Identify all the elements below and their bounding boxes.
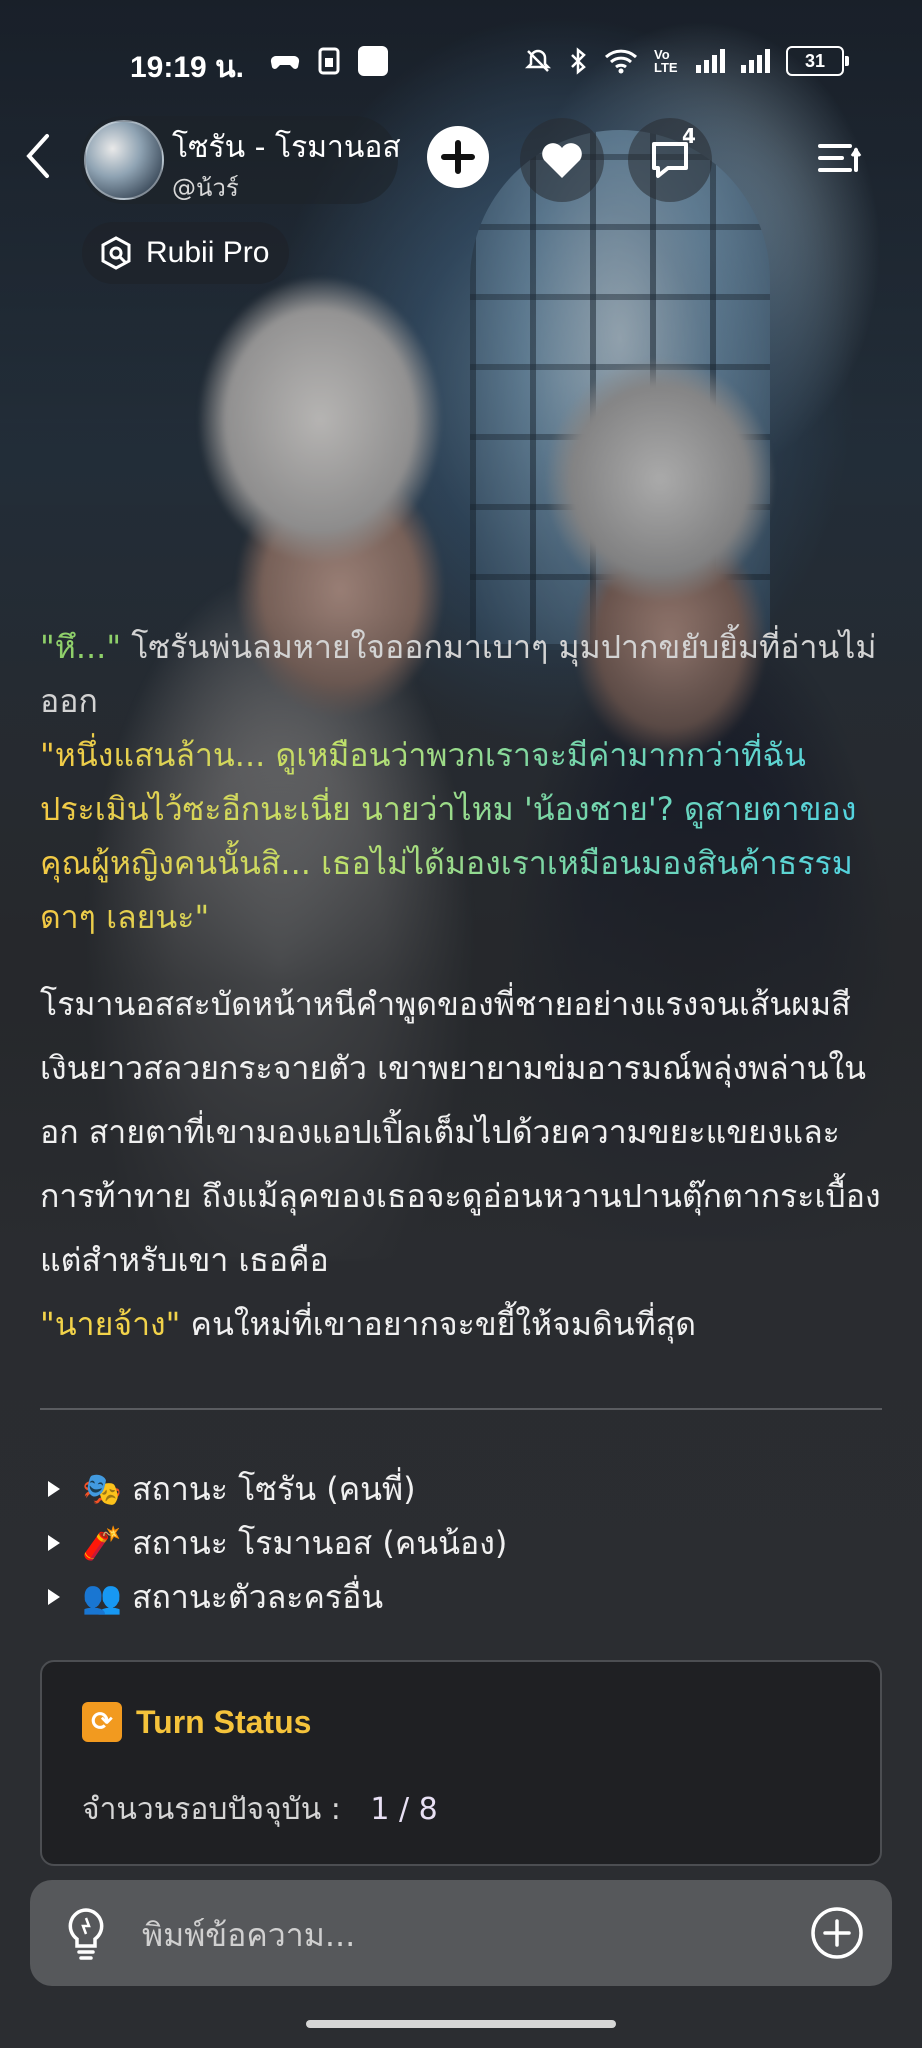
message-input-bar[interactable]: พิมพ์ข้อความ... bbox=[30, 1880, 892, 1986]
mute-bell-icon bbox=[524, 49, 552, 72]
narration-text: โซรันพ่นลมหายใจออกมาเบาๆ มุมปากขยับยิ้มท… bbox=[40, 628, 877, 720]
dialogue-speech: "หนึ่งแสนล้าน... ดูเหมือนว่าพวกเราจะมีค่… bbox=[40, 728, 890, 944]
chat-message: "หึ..." โซรันพ่นลมหายใจออกมาเบาๆ มุมปากข… bbox=[40, 620, 890, 1356]
expand-triangle-icon bbox=[48, 1589, 60, 1605]
system-icons: Vo LTE 31 bbox=[524, 46, 849, 76]
rubii-pro-icon bbox=[101, 236, 131, 270]
back-button[interactable] bbox=[18, 132, 58, 192]
theater-masks-icon: 🎭 bbox=[82, 1470, 122, 1508]
quote-hm: "หึ..." bbox=[40, 628, 122, 666]
details-other-characters[interactable]: 👥 สถานะตัวละครอื่น bbox=[48, 1570, 507, 1624]
turn-status-card: ⟳ Turn Status จำนวนรอบปัจจุบัน : 1 / 8 bbox=[40, 1660, 882, 1866]
people-icon: 👥 bbox=[82, 1578, 122, 1616]
turn-status-title: Turn Status bbox=[136, 1703, 312, 1740]
app-notification-icon bbox=[358, 46, 388, 76]
chevron-left-icon bbox=[26, 134, 49, 178]
game-controller-icon bbox=[270, 46, 300, 76]
divider bbox=[40, 1408, 882, 1410]
bluetooth-icon bbox=[571, 47, 586, 75]
turn-count-value: 1 / 8 bbox=[370, 1792, 438, 1827]
heart-icon bbox=[542, 143, 582, 178]
repeat-icon: ⟳ bbox=[82, 1702, 122, 1742]
rubii-pro-badge[interactable]: Rubii Pro bbox=[82, 222, 290, 284]
avatar[interactable] bbox=[84, 120, 164, 200]
volte-label: Vo LTE bbox=[654, 47, 678, 75]
sim-card-icon bbox=[314, 46, 344, 76]
details-soran-status[interactable]: 🎭 สถานะ โซรัน (คนพี่) bbox=[48, 1462, 507, 1516]
add-attachment-icon[interactable] bbox=[810, 1906, 864, 1960]
battery-icon: 31 bbox=[786, 46, 849, 76]
home-indicator[interactable] bbox=[306, 2020, 616, 2028]
signal-strength-icon bbox=[696, 49, 725, 73]
turn-count-row: จำนวนรอบปัจจุบัน : 1 / 8 bbox=[82, 1786, 438, 1833]
narration-end: คนใหม่ที่เขาอยากจะขยี้ให้จมดินที่สุด bbox=[180, 1305, 697, 1343]
notification-icons bbox=[270, 46, 388, 76]
chat-header: โซรัน - โรมานอส @น้วร์ 4 bbox=[0, 112, 922, 208]
narration-main: โรมานอสสะบัดหน้าหนีคำพูดของพี่ชายอย่างแร… bbox=[40, 985, 881, 1279]
rubii-pro-label: Rubii Pro bbox=[146, 236, 270, 269]
expand-triangle-icon bbox=[48, 1535, 60, 1551]
details-label: สถานะตัวละครอื่น bbox=[132, 1578, 384, 1616]
details-romanos-status[interactable]: 🧨 สถานะ โรมานอส (คนน้อง) bbox=[48, 1516, 507, 1570]
turn-status-header: ⟳ Turn Status bbox=[82, 1702, 311, 1742]
status-bar: 19:19 น. Vo LTE 31 bbox=[0, 40, 922, 84]
character-name: โซรัน - โรมานอส bbox=[172, 130, 401, 165]
status-details-list: 🎭 สถานะ โซรัน (คนพี่) 🧨 สถานะ โรมานอส (ค… bbox=[48, 1462, 507, 1624]
details-label: สถานะ โรมานอส (คนน้อง) bbox=[132, 1524, 508, 1562]
plus-icon bbox=[441, 140, 475, 174]
comments-button[interactable]: 4 bbox=[628, 118, 712, 202]
menu-list-icon bbox=[818, 144, 862, 172]
highlight-employer: "นายจ้าง" bbox=[40, 1305, 181, 1343]
creator-handle: @น้วร์ bbox=[172, 174, 239, 202]
add-button[interactable] bbox=[427, 126, 489, 188]
character-profile[interactable]: โซรัน - โรมานอส @น้วร์ bbox=[80, 116, 401, 204]
wifi-icon bbox=[604, 49, 638, 74]
status-time: 19:19 น. bbox=[130, 51, 244, 84]
firecracker-icon: 🧨 bbox=[82, 1524, 122, 1562]
signal-strength-2-icon bbox=[741, 49, 770, 73]
like-button[interactable] bbox=[520, 118, 604, 202]
details-label: สถานะ โซรัน (คนพี่) bbox=[132, 1470, 416, 1508]
lightbulb-icon[interactable] bbox=[62, 1906, 110, 1962]
narration-paragraph: โรมานอสสะบัดหน้าหนีคำพูดของพี่ชายอย่างแร… bbox=[40, 972, 890, 1356]
comments-count-badge: 4 bbox=[682, 124, 696, 148]
expand-triangle-icon bbox=[48, 1481, 60, 1497]
narration-line: "หึ..." โซรันพ่นลมหายใจออกมาเบาๆ มุมปากข… bbox=[40, 620, 890, 728]
menu-button[interactable] bbox=[812, 132, 868, 188]
turn-count-label: จำนวนรอบปัจจุบัน : bbox=[82, 1792, 341, 1827]
message-input[interactable]: พิมพ์ข้อความ... bbox=[142, 1910, 355, 1961]
